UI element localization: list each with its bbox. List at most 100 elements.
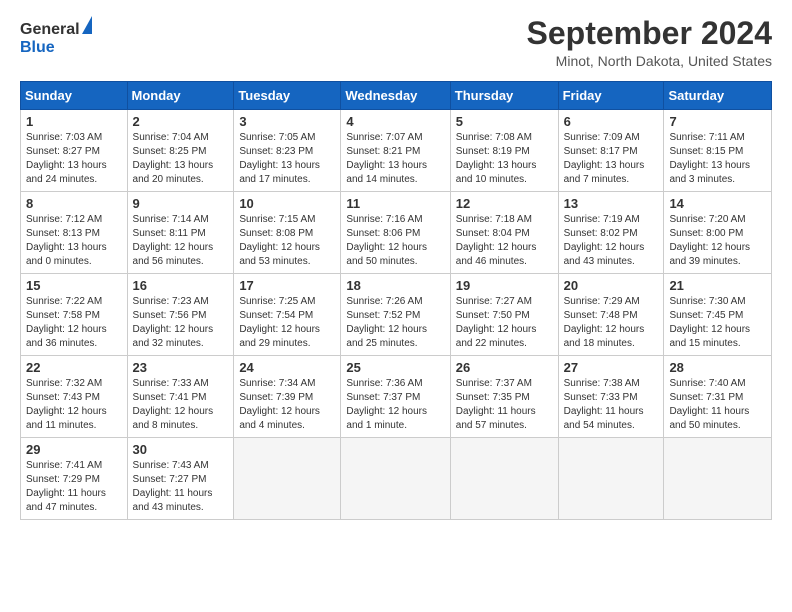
day-number: 13 [564,196,659,211]
location-subtitle: Minot, North Dakota, United States [527,53,772,69]
calendar-cell-w2-2: 10 Sunrise: 7:15 AMSunset: 8:08 PMDayligh… [234,192,341,274]
cell-text: Sunrise: 7:08 AMSunset: 8:19 PMDaylight:… [456,131,553,187]
calendar-header-row: Sunday Monday Tuesday Wednesday Thursday… [21,82,772,110]
calendar-cell-w1-6: 7Sunrise: 7:11 AMSunset: 8:15 PMDaylight… [664,110,772,192]
calendar-cell-w3-2: 17 Sunrise: 7:25 AMSunset: 7:54 PMDayligh… [234,274,341,356]
cell-text: Sunrise: 7:38 AMSunset: 7:33 PMDaylight:… [564,377,659,433]
day-number: 29 [26,442,122,457]
cell-text: Sunrise: 7:34 AMSunset: 7:39 PMDaylight:… [239,377,335,433]
day-number: 8 [26,196,122,211]
calendar-cell-w1-4: 5 Sunrise: 7:08 AMSunset: 8:19 PMDaylight… [450,110,558,192]
calendar-cell-w3-5: 20 Sunrise: 7:29 AMSunset: 7:48 PMDayligh… [558,274,664,356]
logo-text-blue: Blue [20,39,55,57]
day-number: 21 [669,278,766,293]
calendar-cell-w2-5: 13 Sunrise: 7:19 AMSunset: 8:02 PMDayligh… [558,192,664,274]
cell-text: Sunrise: 7:37 AMSunset: 7:35 PMDaylight:… [456,377,553,433]
calendar-cell-w3-6: 21 Sunrise: 7:30 AMSunset: 7:45 PMDayligh… [664,274,772,356]
cell-text: Sunrise: 7:26 AMSunset: 7:52 PMDaylight:… [346,295,444,351]
day-number: 25 [346,360,444,375]
calendar-cell-w4-6: 28 Sunrise: 7:40 AMSunset: 7:31 PMDayligh… [664,356,772,438]
cell-text: Sunrise: 7:18 AMSunset: 8:04 PMDaylight:… [456,213,553,269]
col-tuesday: Tuesday [234,82,341,110]
cell-text: Sunrise: 7:04 AMSunset: 8:25 PMDaylight:… [133,131,229,187]
calendar-cell-w1-1: 2 Sunrise: 7:04 AMSunset: 8:25 PMDaylight… [127,110,234,192]
col-sunday: Sunday [21,82,128,110]
calendar-cell-w2-3: 11 Sunrise: 7:16 AMSunset: 8:06 PMDayligh… [341,192,450,274]
cell-text: Sunrise: 7:33 AMSunset: 7:41 PMDaylight:… [133,377,229,433]
day-number: 10 [239,196,335,211]
calendar-cell-w5-1: 30 Sunrise: 7:43 AMSunset: 7:27 PMDayligh… [127,438,234,520]
col-wednesday: Wednesday [341,82,450,110]
day-number: 11 [346,196,444,211]
cell-text: Sunrise: 7:32 AMSunset: 7:43 PMDaylight:… [26,377,122,433]
month-title: September 2024 [527,16,772,51]
calendar-cell-w3-4: 19Sunrise: 7:27 AMSunset: 7:50 PMDayligh… [450,274,558,356]
cell-text: Sunrise: 7:14 AMSunset: 8:11 PMDaylight:… [133,213,229,269]
day-number: 16 [133,278,229,293]
day-number: 3 [239,114,335,129]
cell-text: Sunrise: 7:16 AMSunset: 8:06 PMDaylight:… [346,213,444,269]
calendar-cell-w1-5: 6Sunrise: 7:09 AMSunset: 8:17 PMDaylight… [558,110,664,192]
calendar-cell-w5-6 [664,438,772,520]
day-number: 9 [133,196,229,211]
day-number: 12 [456,196,553,211]
calendar-cell-w5-5 [558,438,664,520]
cell-text: Sunrise: 7:23 AMSunset: 7:56 PMDaylight:… [133,295,229,351]
calendar-cell-w3-1: 16 Sunrise: 7:23 AMSunset: 7:56 PMDayligh… [127,274,234,356]
calendar-cell-w3-0: 15 Sunrise: 7:22 AMSunset: 7:58 PMDayligh… [21,274,128,356]
col-thursday: Thursday [450,82,558,110]
cell-text: Sunrise: 7:25 AMSunset: 7:54 PMDaylight:… [239,295,335,351]
week-row-4: 22 Sunrise: 7:32 AMSunset: 7:43 PMDayligh… [21,356,772,438]
cell-text: Sunrise: 7:30 AMSunset: 7:45 PMDaylight:… [669,295,766,351]
day-number: 2 [133,114,229,129]
cell-text: Sunrise: 7:11 AMSunset: 8:15 PMDaylight:… [669,131,766,187]
week-row-1: 1 Sunrise: 7:03 AMSunset: 8:27 PMDaylight… [21,110,772,192]
day-number: 27 [564,360,659,375]
day-number: 28 [669,360,766,375]
calendar-cell-w5-4 [450,438,558,520]
calendar-cell-w5-3 [341,438,450,520]
day-number: 1 [26,114,122,129]
calendar-cell-w2-6: 14Sunrise: 7:20 AMSunset: 8:00 PMDayligh… [664,192,772,274]
day-number: 20 [564,278,659,293]
week-row-3: 15 Sunrise: 7:22 AMSunset: 7:58 PMDayligh… [21,274,772,356]
day-number: 17 [239,278,335,293]
cell-text: Sunrise: 7:40 AMSunset: 7:31 PMDaylight:… [669,377,766,433]
day-number: 24 [239,360,335,375]
cell-text: Sunrise: 7:29 AMSunset: 7:48 PMDaylight:… [564,295,659,351]
cell-text: Sunrise: 7:19 AMSunset: 8:02 PMDaylight:… [564,213,659,269]
day-number: 5 [456,114,553,129]
logo-text-general: General [20,16,92,39]
day-number: 23 [133,360,229,375]
calendar-cell-w3-3: 18 Sunrise: 7:26 AMSunset: 7:52 PMDayligh… [341,274,450,356]
calendar-cell-w4-5: 27 Sunrise: 7:38 AMSunset: 7:33 PMDayligh… [558,356,664,438]
cell-text: Sunrise: 7:43 AMSunset: 7:27 PMDaylight:… [133,459,229,515]
week-row-5: 29 Sunrise: 7:41 AMSunset: 7:29 PMDayligh… [21,438,772,520]
cell-text: Sunrise: 7:12 AMSunset: 8:13 PMDaylight:… [26,213,122,269]
cell-text: Sunrise: 7:15 AMSunset: 8:08 PMDaylight:… [239,213,335,269]
col-monday: Monday [127,82,234,110]
day-number: 18 [346,278,444,293]
calendar-cell-w1-0: 1 Sunrise: 7:03 AMSunset: 8:27 PMDaylight… [21,110,128,192]
week-row-2: 8 Sunrise: 7:12 AMSunset: 8:13 PMDaylight… [21,192,772,274]
col-saturday: Saturday [664,82,772,110]
page-header: General Blue September 2024 Minot, North… [20,16,772,69]
calendar-table: Sunday Monday Tuesday Wednesday Thursday… [20,81,772,520]
title-area: September 2024 Minot, North Dakota, Unit… [527,16,772,69]
calendar-cell-w4-2: 24 Sunrise: 7:34 AMSunset: 7:39 PMDayligh… [234,356,341,438]
calendar-cell-w4-0: 22 Sunrise: 7:32 AMSunset: 7:43 PMDayligh… [21,356,128,438]
day-number: 15 [26,278,122,293]
calendar-cell-w2-1: 9 Sunrise: 7:14 AMSunset: 8:11 PMDaylight… [127,192,234,274]
day-number: 30 [133,442,229,457]
cell-text: Sunrise: 7:03 AMSunset: 8:27 PMDaylight:… [26,131,122,187]
cell-text: Sunrise: 7:22 AMSunset: 7:58 PMDaylight:… [26,295,122,351]
calendar-cell-w2-4: 12 Sunrise: 7:18 AMSunset: 8:04 PMDayligh… [450,192,558,274]
day-number: 26 [456,360,553,375]
calendar-cell-w2-0: 8 Sunrise: 7:12 AMSunset: 8:13 PMDaylight… [21,192,128,274]
day-number: 22 [26,360,122,375]
cell-text: Sunrise: 7:41 AMSunset: 7:29 PMDaylight:… [26,459,122,515]
day-number: 6 [564,114,659,129]
calendar-cell-w1-2: 3Sunrise: 7:05 AMSunset: 8:23 PMDaylight… [234,110,341,192]
day-number: 19 [456,278,553,293]
calendar-cell-w5-2 [234,438,341,520]
